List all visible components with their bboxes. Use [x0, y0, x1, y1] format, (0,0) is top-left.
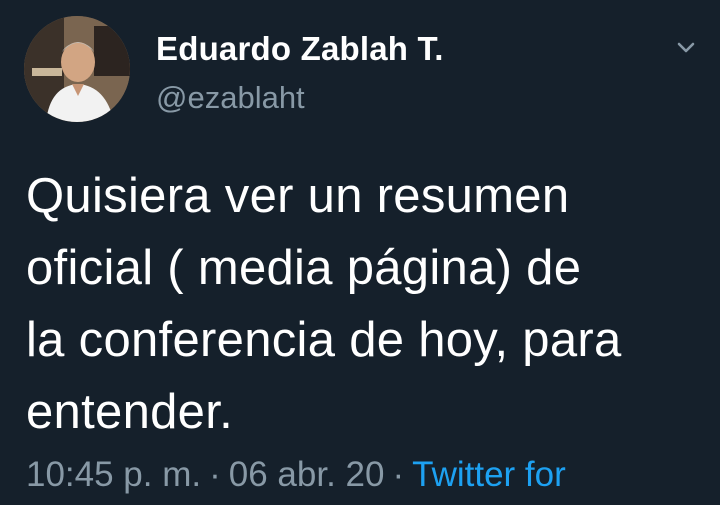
avatar[interactable]	[24, 16, 130, 122]
tweet-text-line: oficial ( media página) de	[26, 241, 582, 295]
tweet-date[interactable]: 06 abr. 20	[229, 455, 385, 494]
tweet-text-line: entender.	[26, 385, 234, 439]
separator: ·	[392, 455, 405, 494]
tweet-text: Quisiera ver un resumen oficial ( media …	[26, 160, 706, 448]
author-handle[interactable]: @ezablaht	[156, 80, 305, 116]
tweet-source-link[interactable]: Twitter for	[412, 455, 566, 494]
avatar-photo	[24, 16, 130, 122]
chevron-down-icon[interactable]	[671, 32, 701, 62]
author-name[interactable]: Eduardo Zablah T.	[156, 30, 444, 68]
tweet-text-line: Quisiera ver un resumen	[26, 169, 570, 223]
separator: ·	[209, 455, 221, 494]
tweet-time[interactable]: 10:45 p. m.	[26, 455, 201, 494]
tweet-text-line: la conferencia de hoy, para	[26, 313, 622, 367]
tweet-metadata: 10:45 p. m. · 06 abr. 20 · Twitter for	[26, 455, 566, 495]
